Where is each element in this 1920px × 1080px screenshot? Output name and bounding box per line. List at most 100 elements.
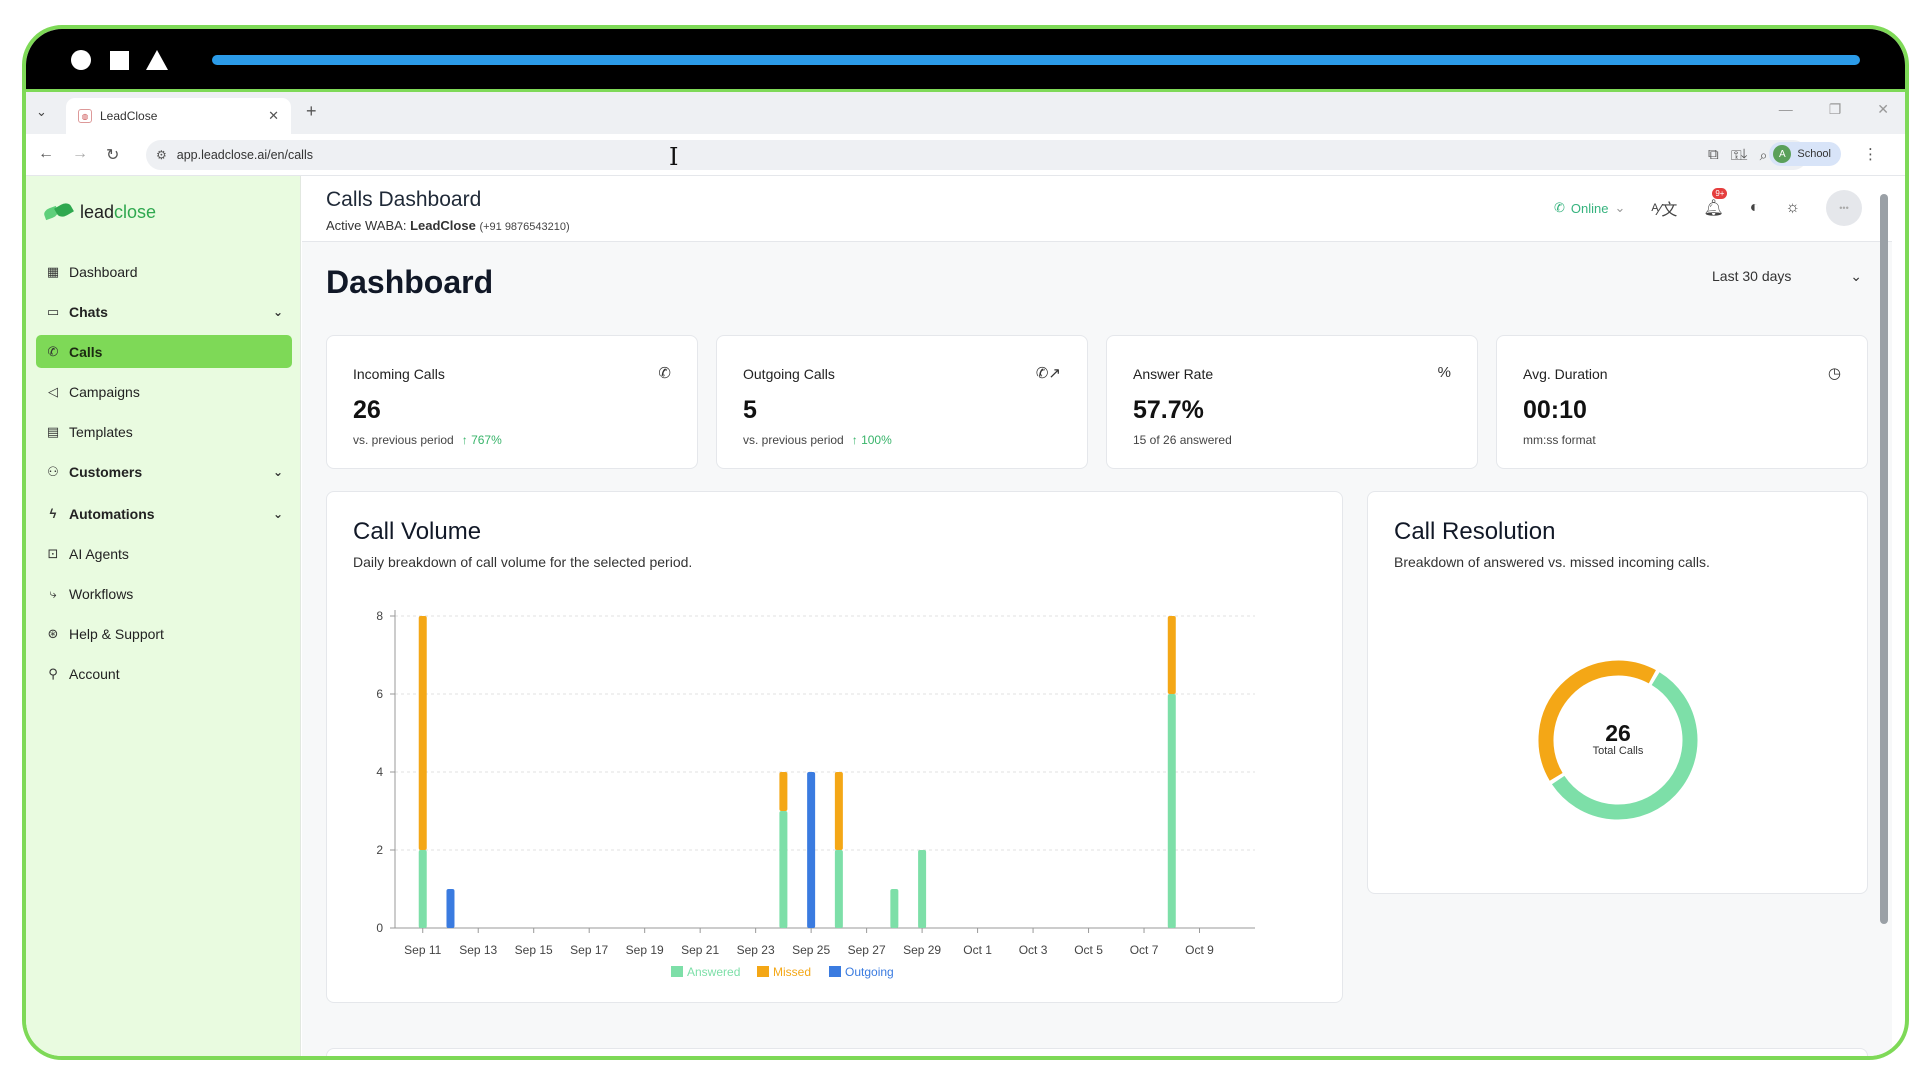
waba-phone: (+91 9876543210) — [479, 221, 570, 233]
close-window-icon[interactable]: ✕ — [1877, 101, 1889, 118]
chevron-down-icon[interactable]: ⌄ — [273, 465, 283, 479]
sidebar-item-label: AI Agents — [69, 545, 129, 562]
stat-sub-text: vs. previous period — [353, 433, 454, 447]
stat-sub: vs. previous period ↑ 100% — [743, 433, 892, 447]
favicon-icon: ◍ — [78, 109, 92, 123]
sidebar-item-account[interactable]: ⚲ Account — [36, 657, 292, 690]
legend-label: Missed — [773, 965, 811, 979]
bar-answered — [1167, 694, 1176, 928]
triangle-icon — [146, 50, 168, 70]
sidebar-item-label: Calls — [69, 343, 103, 360]
bar-answered — [418, 850, 427, 928]
download-icon[interactable]: ⤓ — [1741, 146, 1748, 163]
bot-icon: ⊡ — [47, 545, 59, 561]
stat-change-value: 767% — [471, 433, 502, 447]
call-volume-chart: 0 2 4 6 8 Sep 11 Sep 13 Sep 15 Sep 17 Sep 19 Sep 2… — [376, 609, 1255, 979]
device-frame: ⌄ ◍ LeadClose ✕ + — ❐ ✕ ← → ↻ ⚙ app.lead… — [22, 25, 1909, 1060]
sun-icon[interactable]: ☼ — [1785, 199, 1800, 217]
site-settings-icon[interactable]: ⚙ — [156, 148, 167, 162]
tab-close-icon[interactable]: ✕ — [268, 108, 279, 124]
sidebar-item-label: Workflows — [69, 585, 134, 602]
x-tick-label: Sep 23 — [737, 943, 775, 957]
date-range-value: Last 30 days — [1712, 268, 1792, 284]
stat-sub: 15 of 26 answered — [1133, 433, 1232, 447]
sidebar-item-label: Account — [69, 665, 120, 682]
lifebuoy-icon: ⊛ — [47, 625, 59, 641]
x-tick-label: Sep 29 — [903, 943, 941, 957]
y-tick-label: 8 — [376, 609, 383, 623]
tab-title: LeadClose — [100, 109, 158, 123]
bolt-icon: ϟ — [49, 506, 57, 521]
panel-title: Call Resolution — [1394, 518, 1556, 545]
forward-icon[interactable]: → — [72, 145, 88, 163]
restore-icon[interactable]: ❐ — [1829, 101, 1842, 118]
sidebar-item-customers[interactable]: ⚇ Customers ⌄ — [36, 455, 292, 488]
stat-change-value: 100% — [861, 433, 892, 447]
y-tick-label: 0 — [376, 921, 383, 935]
bar-outgoing — [807, 772, 816, 928]
sidebar-item-automations[interactable]: ϟ Automations ⌄ — [36, 497, 292, 530]
stat-label: Answer Rate — [1133, 366, 1214, 382]
frame-topbar — [26, 29, 1905, 89]
sidebar-item-label: Campaigns — [69, 383, 140, 400]
users-icon: ⚇ — [47, 463, 59, 479]
avatar[interactable]: ••• — [1826, 190, 1862, 226]
profile-label: School — [1797, 148, 1831, 160]
minimize-icon[interactable]: — — [1779, 101, 1793, 118]
chevron-down-icon: ⌄ — [1850, 268, 1862, 284]
sidebar-item-label: Help & Support — [69, 625, 164, 642]
translate-icon[interactable]: ᴬ⁄文 — [1651, 196, 1677, 220]
date-range-select[interactable]: Last 30 days ⌄ — [1712, 268, 1862, 285]
browser-menu-icon[interactable]: ⋮ — [1863, 145, 1878, 163]
stat-card-outgoing: Outgoing Calls ✆↗ 5 vs. previous period ↑… — [716, 335, 1088, 469]
sidebar-nav: ▦ Dashboard ▭ Chats ⌄ ✆ Calls ◁ Campaign… — [36, 255, 292, 697]
bar-answered — [890, 889, 899, 928]
sidebar-item-templates[interactable]: ▤ Templates — [36, 415, 292, 448]
call-volume-panel: Call Volume Daily breakdown of call volu… — [326, 491, 1343, 1003]
chevron-down-icon[interactable]: ⌄ — [273, 305, 283, 319]
active-waba: Active WABA: LeadClose (+91 9876543210) — [326, 218, 570, 233]
browser-tab[interactable]: ◍ LeadClose ✕ — [66, 98, 291, 134]
call-resolution-donut: 26 Total Calls — [1538, 660, 1698, 820]
text-cursor-icon: I — [669, 143, 679, 171]
profile-button[interactable]: A School — [1769, 142, 1841, 166]
donut-slice-missed[interactable] — [1538, 660, 1656, 781]
percent-icon: % — [1437, 364, 1451, 381]
status-dropdown[interactable]: ✆ Online ⌄ — [1554, 200, 1625, 216]
sidebar-item-dashboard[interactable]: ▦ Dashboard — [36, 255, 292, 288]
stat-label: Avg. Duration — [1523, 366, 1608, 382]
url-text[interactable]: app.leadclose.ai/en/calls — [177, 148, 313, 162]
main-content: Calls Dashboard Active WABA: LeadClose (… — [302, 176, 1892, 1056]
x-tick-label: Sep 25 — [792, 943, 830, 957]
sidebar-item-chats[interactable]: ▭ Chats ⌄ — [36, 295, 292, 328]
logo[interactable]: leadclose — [44, 202, 156, 223]
progress-bar — [212, 55, 1860, 65]
reload-icon[interactable]: ↻ — [106, 145, 119, 165]
extensions-icon[interactable]: ⧉ — [1708, 146, 1719, 163]
y-tick-label: 2 — [376, 843, 383, 857]
sidebar-item-ai-agents[interactable]: ⊡ AI Agents — [36, 537, 292, 570]
stat-card-answer-rate: Answer Rate % 57.7% 15 of 26 answered — [1106, 335, 1478, 469]
profile-avatar: A — [1773, 145, 1792, 163]
stat-sub: mm:ss format — [1523, 433, 1596, 447]
bar-answered — [834, 850, 843, 928]
notification-badge: 9+ — [1712, 188, 1728, 199]
sidebar-item-campaigns[interactable]: ◁ Campaigns — [36, 375, 292, 408]
scrollbar[interactable] — [1880, 194, 1888, 924]
chevron-down-icon[interactable]: ⌄ — [273, 507, 283, 521]
address-bar[interactable]: ⚙ app.leadclose.ai/en/calls ⚿ ⌕ ☆ — [146, 140, 1808, 170]
stat-card-incoming: Incoming Calls ✆ 26 vs. previous period ↑… — [326, 335, 698, 469]
tab-search-chevron-icon[interactable]: ⌄ — [36, 104, 47, 120]
x-tick-label: Oct 5 — [1074, 943, 1103, 957]
new-tab-button[interactable]: + — [306, 101, 317, 122]
bell-icon[interactable]: 🔔︎ 9+ — [1703, 188, 1728, 218]
user-cog-icon: ⚲ — [48, 665, 58, 681]
x-tick-label: Oct 3 — [1019, 943, 1048, 957]
sidebar-item-help-support[interactable]: ⊛ Help & Support — [36, 617, 292, 650]
sidebar-item-calls[interactable]: ✆ Calls — [36, 335, 292, 368]
sidebar-item-workflows[interactable]: ⤷ Workflows — [36, 577, 292, 610]
legend-swatch — [757, 966, 769, 977]
back-icon[interactable]: ← — [38, 145, 54, 163]
palette-icon[interactable]: ◐ — [1750, 199, 1760, 217]
toolbar-actions: ⧉ ⤓ A School ⋮ — [1708, 142, 1878, 166]
